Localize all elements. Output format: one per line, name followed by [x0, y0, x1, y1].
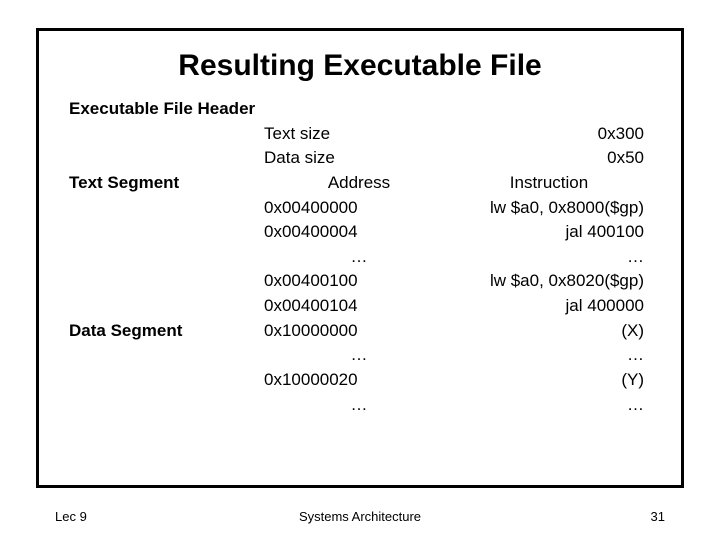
empty-cell — [69, 245, 264, 270]
empty-cell — [69, 368, 264, 393]
text-segment-header: Text Segment Address Instruction — [69, 171, 651, 196]
section-header-row: Executable File Header — [69, 97, 651, 122]
ellipsis: … — [264, 393, 454, 418]
text-instr-1: jal 400100 — [454, 220, 644, 245]
ellipsis: … — [454, 393, 644, 418]
empty-cell — [69, 294, 264, 319]
header-label-1: Data size — [264, 146, 454, 171]
text-addr-0: 0x00400000 — [264, 196, 454, 221]
text-addr-2: 0x00400100 — [264, 269, 454, 294]
text-row-1: 0x00400004 jal 400100 — [69, 220, 651, 245]
empty-cell — [69, 122, 264, 147]
header-row-1: Data size 0x50 — [69, 146, 651, 171]
text-col-instruction: Instruction — [454, 171, 644, 196]
slide: Resulting Executable File Executable Fil… — [0, 0, 720, 540]
footer-left: Lec 9 — [55, 509, 175, 524]
header-row-0: Text size 0x300 — [69, 122, 651, 147]
text-instr-2: lw $a0, 0x8020($gp) — [454, 269, 644, 294]
text-segment-label: Text Segment — [69, 171, 264, 196]
data-addr-1: 0x10000020 — [264, 368, 454, 393]
slide-frame: Resulting Executable File Executable Fil… — [36, 28, 684, 488]
text-row-2: 0x00400100 lw $a0, 0x8020($gp) — [69, 269, 651, 294]
footer-right: 31 — [545, 509, 665, 524]
empty-cell — [69, 393, 264, 418]
slide-footer: Lec 9 Systems Architecture 31 — [55, 509, 665, 524]
empty-cell — [69, 146, 264, 171]
empty-cell — [69, 220, 264, 245]
ellipsis: … — [264, 343, 454, 368]
slide-content: Executable File Header Text size 0x300 D… — [69, 97, 651, 417]
data-val-0: (X) — [454, 319, 644, 344]
empty-cell — [69, 269, 264, 294]
slide-title: Resulting Executable File — [69, 49, 651, 83]
ellipsis: … — [264, 245, 454, 270]
text-ellipsis-row-1: … … — [69, 245, 651, 270]
text-addr-3: 0x00400104 — [264, 294, 454, 319]
data-addr-0: 0x10000000 — [264, 319, 454, 344]
empty-cell — [69, 196, 264, 221]
text-instr-0: lw $a0, 0x8000($gp) — [454, 196, 644, 221]
header-value-0: 0x300 — [454, 122, 644, 147]
ellipsis: … — [454, 245, 644, 270]
text-addr-1: 0x00400004 — [264, 220, 454, 245]
header-label-0: Text size — [264, 122, 454, 147]
empty-cell — [264, 97, 454, 122]
text-col-address: Address — [264, 171, 454, 196]
ellipsis: … — [454, 343, 644, 368]
data-val-1: (Y) — [454, 368, 644, 393]
exec-header-label: Executable File Header — [69, 97, 264, 122]
header-value-1: 0x50 — [454, 146, 644, 171]
data-ellipsis-row-1: … … — [69, 343, 651, 368]
data-ellipsis-row-2: … … — [69, 393, 651, 418]
data-segment-label: Data Segment — [69, 319, 264, 344]
empty-cell — [69, 343, 264, 368]
footer-center: Systems Architecture — [175, 509, 545, 524]
data-row-1: 0x10000020 (Y) — [69, 368, 651, 393]
text-row-0: 0x00400000 lw $a0, 0x8000($gp) — [69, 196, 651, 221]
empty-cell — [454, 97, 644, 122]
data-segment-row-0: Data Segment 0x10000000 (X) — [69, 319, 651, 344]
text-row-3: 0x00400104 jal 400000 — [69, 294, 651, 319]
text-instr-3: jal 400000 — [454, 294, 644, 319]
